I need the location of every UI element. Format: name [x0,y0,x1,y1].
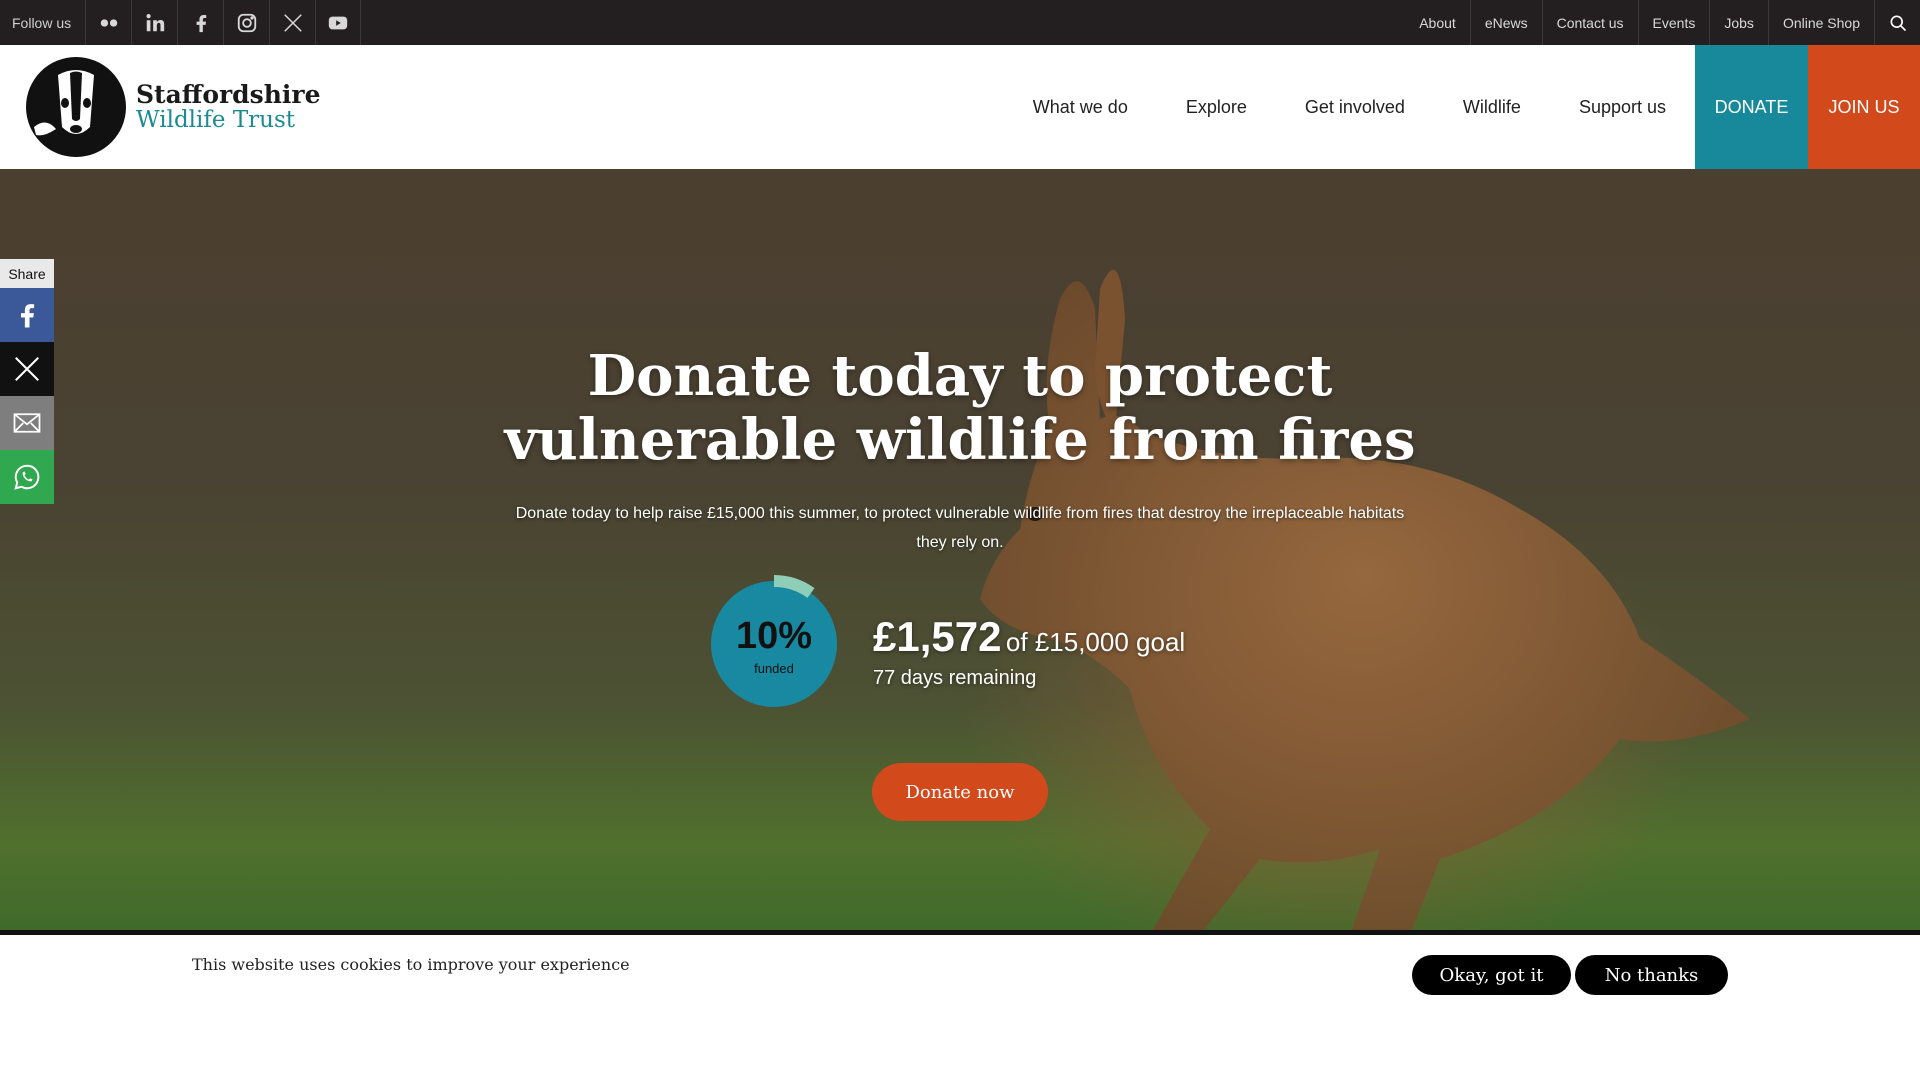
hero-banner: Share Donate today to protect vulnerable… [0,169,1920,935]
main-nav: What we do Explore Get involved Wildlife… [1004,45,1695,169]
whatsapp-icon [14,464,40,490]
share-whatsapp-button[interactable] [0,450,54,504]
donate-now-button[interactable]: Donate now [872,763,1048,821]
share-facebook-button[interactable] [0,288,54,342]
utility-link-shop[interactable]: Online Shop [1769,0,1875,45]
share-label: Share [0,259,54,288]
flickr-icon[interactable] [85,0,131,45]
cookie-accept-button[interactable]: Okay, got it [1412,955,1571,995]
nav-support-us[interactable]: Support us [1550,97,1695,118]
percent-value: 10% [735,614,813,657]
utility-link-enews[interactable]: eNews [1471,0,1543,45]
funding-percent: 10% funded [711,583,837,709]
search-button[interactable] [1875,0,1920,45]
raised-amount: £1,572 [873,613,1002,660]
linkedin-icon[interactable] [131,0,177,45]
utility-link-contact[interactable]: Contact us [1543,0,1639,45]
hero-subtitle: Donate today to help raise £15,000 this … [515,505,1405,551]
utility-nav: About eNews Contact us Events Jobs Onlin… [1405,0,1920,45]
facebook-icon [21,304,35,328]
x-icon[interactable] [269,0,315,45]
badger-logo-icon [26,57,126,157]
site-header: Staffordshire Wildlife Trust What we do … [0,45,1920,169]
x-icon [15,357,39,381]
nav-what-we-do[interactable]: What we do [1004,97,1157,118]
email-icon [13,413,41,433]
instagram-icon[interactable] [223,0,269,45]
share-bar: Share [0,259,54,504]
facebook-icon[interactable] [177,0,223,45]
search-icon [1890,15,1906,31]
social-links [85,0,362,45]
nav-get-involved[interactable]: Get involved [1276,97,1434,118]
top-bar: Follow us About eNews Contact us Events … [0,0,1920,45]
goal-text: of £15,000 goal [1005,627,1186,657]
nav-explore[interactable]: Explore [1157,97,1276,118]
hero-title: Donate today to protect vulnerable wildl… [504,343,1416,473]
cookie-message: This website uses cookies to improve you… [192,955,630,974]
site-logo[interactable]: Staffordshire Wildlife Trust [26,57,320,157]
funded-label: funded [754,660,794,676]
days-remaining: 77 days remaining [873,667,1037,689]
cookie-decline-button[interactable]: No thanks [1575,955,1728,995]
utility-link-about[interactable]: About [1405,0,1471,45]
youtube-icon[interactable] [315,0,362,45]
join-us-button[interactable]: JOIN US [1808,45,1920,169]
donate-button[interactable]: DONATE [1695,45,1808,169]
follow-us-label: Follow us [12,14,72,31]
amount-raised: £1,572 of £15,000 goal [873,613,1185,661]
nav-wildlife[interactable]: Wildlife [1434,97,1550,118]
utility-link-events[interactable]: Events [1639,0,1711,45]
logo-name-line2: Wildlife Trust [136,107,296,133]
cookie-banner: This website uses cookies to improve you… [0,930,1920,1080]
share-email-button[interactable] [0,396,54,450]
share-x-button[interactable] [0,342,54,396]
utility-link-jobs[interactable]: Jobs [1710,0,1769,45]
logo-name-line1: Staffordshire [136,80,321,109]
